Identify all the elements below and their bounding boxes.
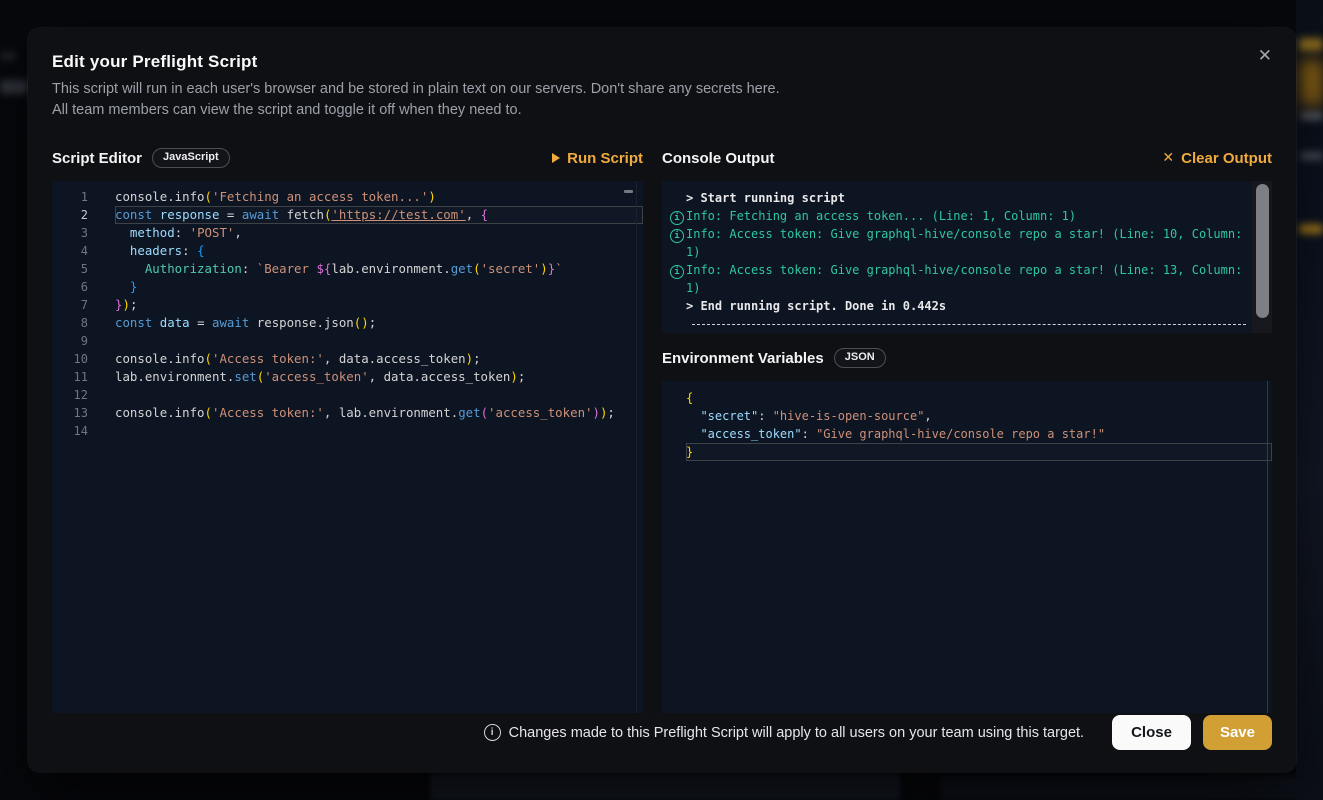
backdrop-blur-shape	[0, 52, 16, 60]
console-text: Info: Fetching an access token... (Line:…	[686, 207, 1272, 225]
backdrop-blur-shape	[1300, 60, 1323, 106]
console-line: > Start running script	[668, 189, 1272, 207]
info-icon: i	[668, 261, 686, 297]
console-column: Console Output ✕ Clear Output > Start ru…	[662, 147, 1272, 713]
play-icon	[552, 153, 560, 163]
info-icon: i	[484, 724, 501, 741]
code-line[interactable]: 13console.info('Access token:', lab.envi…	[52, 404, 643, 422]
code-line[interactable]: 12	[52, 386, 643, 404]
line-number: 13	[52, 404, 88, 422]
script-editor[interactable]: 1console.info('Fetching an access token.…	[52, 181, 643, 713]
environment-variables-heading: Environment Variables	[662, 350, 824, 367]
backdrop-blur-shape	[1299, 38, 1323, 51]
console-header: Console Output ✕ Clear Output	[662, 147, 1272, 169]
code-line[interactable]: 1console.info('Fetching an access token.…	[52, 188, 643, 206]
line-number: 5	[52, 260, 88, 278]
line-number: 14	[52, 422, 88, 440]
script-editor-header: Script Editor JavaScript Run Script	[52, 147, 643, 169]
backdrop-blur-shape	[1299, 224, 1323, 234]
code-line[interactable]: }	[662, 443, 1272, 461]
console-scrollbar-thumb[interactable]	[1256, 184, 1269, 318]
preflight-script-modal: ✕ Edit your Preflight Script This script…	[28, 28, 1296, 772]
console-line: > End running script. Done in 0.442s	[668, 297, 1272, 315]
line-number: 1	[52, 188, 88, 206]
backdrop-blur-shape	[1296, 0, 1323, 800]
line-number: 9	[52, 332, 88, 350]
modal-description-line1: This script will run in each user's brow…	[52, 79, 1272, 100]
line-number: 12	[52, 386, 88, 404]
environment-editor[interactable]: { "secret": "hive-is-open-source", "acce…	[662, 381, 1272, 713]
footer-notice: Changes made to this Preflight Script wi…	[509, 725, 1084, 741]
console-text: Info: Access token: Give graphql-hive/co…	[686, 225, 1272, 261]
code-line[interactable]: 2const response = await fetch('https://t…	[52, 206, 643, 224]
console-scrollbar-track[interactable]	[1252, 181, 1272, 333]
code-line[interactable]: 4 headers: {	[52, 242, 643, 260]
code-line[interactable]: 6 }	[52, 278, 643, 296]
run-script-button[interactable]: Run Script	[552, 150, 643, 167]
screen: ✕ Edit your Preflight Script This script…	[0, 0, 1323, 800]
editor-columns: Script Editor JavaScript Run Script 1con…	[52, 147, 1272, 713]
run-script-label: Run Script	[567, 150, 643, 167]
code-line[interactable]: 11lab.environment.set('access_token', da…	[52, 368, 643, 386]
code-line[interactable]: 7});	[52, 296, 643, 314]
close-button[interactable]: Close	[1112, 715, 1191, 750]
line-number: 10	[52, 350, 88, 368]
editor-scrollbar-thumb[interactable]	[624, 190, 633, 193]
clear-output-label: Clear Output	[1181, 150, 1272, 167]
console-line: iInfo: Access token: Give graphql-hive/c…	[668, 261, 1272, 297]
console-text: Info: Access token: Give graphql-hive/co…	[686, 261, 1272, 297]
console-icon-spacer	[668, 297, 686, 315]
console-line: iInfo: Fetching an access token... (Line…	[668, 207, 1272, 225]
line-number: 8	[52, 314, 88, 332]
backdrop-blur-shape	[430, 774, 900, 800]
script-editor-column: Script Editor JavaScript Run Script 1con…	[52, 147, 643, 713]
console-text: > End running script. Done in 0.442s	[686, 297, 1272, 315]
close-icon[interactable]: ✕	[1252, 42, 1278, 71]
line-number: 2	[52, 206, 88, 224]
clear-output-button[interactable]: ✕ Clear Output	[1162, 150, 1272, 167]
script-editor-heading: Script Editor	[52, 150, 142, 167]
code-line[interactable]: "access_token": "Give graphql-hive/conso…	[662, 425, 1272, 443]
console-lines: > Start running scriptiInfo: Fetching an…	[668, 189, 1272, 315]
code-line[interactable]: 8const data = await response.json();	[52, 314, 643, 332]
environment-header: Environment Variables JSON	[662, 347, 1272, 369]
modal-footer: i Changes made to this Preflight Script …	[52, 715, 1272, 750]
save-button[interactable]: Save	[1203, 715, 1272, 750]
backdrop-blur-shape	[1300, 112, 1323, 120]
backdrop-blur-shape	[1300, 152, 1323, 160]
console-text: > Start running script	[686, 189, 1272, 207]
line-number: 11	[52, 368, 88, 386]
code-line[interactable]: 5 Authorization: `Bearer ${lab.environme…	[52, 260, 643, 278]
line-number: 4	[52, 242, 88, 260]
javascript-badge: JavaScript	[152, 148, 230, 168]
code-line[interactable]: {	[662, 389, 1272, 407]
code-line[interactable]: 10console.info('Access token:', data.acc…	[52, 350, 643, 368]
info-icon: i	[668, 207, 686, 225]
json-badge: JSON	[834, 348, 886, 368]
console-output: > Start running scriptiInfo: Fetching an…	[662, 181, 1272, 333]
modal-title: Edit your Preflight Script	[52, 52, 1272, 72]
console-line: iInfo: Access token: Give graphql-hive/c…	[668, 225, 1272, 261]
line-number: 7	[52, 296, 88, 314]
console-separator	[692, 324, 1246, 325]
code-line[interactable]: 3 method: 'POST',	[52, 224, 643, 242]
line-number: 3	[52, 224, 88, 242]
line-number: 6	[52, 278, 88, 296]
backdrop-blur-shape	[940, 776, 1320, 800]
clear-icon: ✕	[1162, 151, 1174, 165]
info-icon: i	[668, 225, 686, 261]
modal-description-line2: All team members can view the script and…	[52, 100, 1272, 121]
code-line[interactable]: "secret": "hive-is-open-source",	[662, 407, 1272, 425]
console-output-heading: Console Output	[662, 150, 775, 167]
code-line[interactable]: 9	[52, 332, 643, 350]
backdrop-blur-shape	[0, 80, 28, 94]
console-icon-spacer	[668, 189, 686, 207]
code-line[interactable]: 14	[52, 422, 643, 440]
